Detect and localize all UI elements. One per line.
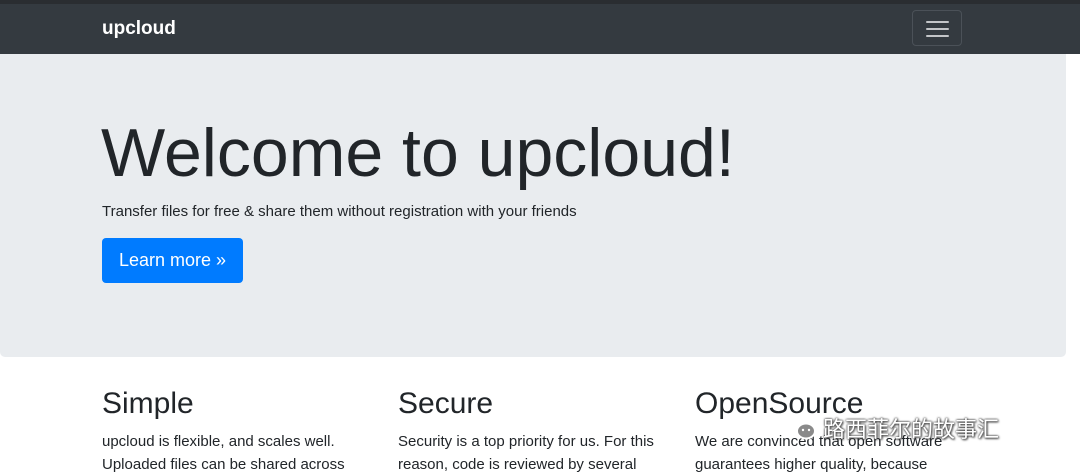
feature-secure: Secure Security is a top priority for us…	[398, 386, 678, 475]
page: upcloud Welcome to upcloud! Transfer fil…	[0, 0, 1080, 475]
feature-text: upcloud is flexible, and scales well. Up…	[102, 433, 345, 473]
watermark: 路西菲尔的故事汇	[783, 413, 999, 443]
feature-text: Security is a top priority for us. For t…	[398, 433, 654, 473]
jumbotron-lead: Transfer files for free & share them wit…	[102, 203, 577, 220]
navbar-toggler-button[interactable]	[912, 10, 962, 46]
hamburger-bar	[926, 21, 949, 23]
learn-more-button[interactable]: Learn more »	[102, 238, 243, 283]
navbar-brand[interactable]: upcloud	[102, 17, 176, 41]
feature-simple: Simple upcloud is flexible, and scales w…	[102, 386, 382, 475]
wechat-icon	[784, 416, 816, 440]
feature-title: Simple	[102, 387, 194, 420]
jumbotron-title: Welcome to upcloud!	[101, 115, 735, 191]
hamburger-bar	[926, 28, 949, 30]
hamburger-bar	[926, 35, 949, 37]
watermark-text: 路西菲尔的故事汇	[823, 418, 1000, 443]
jumbotron: Welcome to upcloud! Transfer files for f…	[0, 54, 1066, 357]
navbar: upcloud	[0, 4, 1080, 54]
feature-title: Secure	[398, 387, 494, 420]
